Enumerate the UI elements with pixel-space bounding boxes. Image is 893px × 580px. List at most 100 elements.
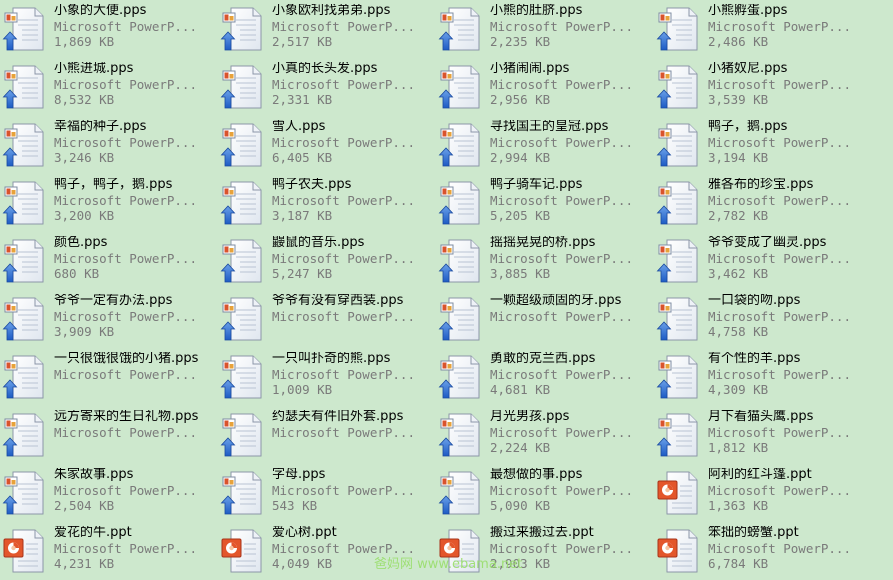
file-item[interactable]: 爱花的牛.ppt Microsoft PowerP... 4,231 KB — [0, 524, 212, 580]
file-item[interactable]: 小熊孵蛋.pps Microsoft PowerP... 2,486 KB — [654, 2, 866, 58]
file-item[interactable]: 爷爷变成了幽灵.pps Microsoft PowerP... 3,462 KB — [654, 234, 866, 290]
file-item[interactable]: 约瑟夫有件旧外套.pps Microsoft PowerP... — [218, 408, 430, 464]
file-type: Microsoft PowerP... — [54, 250, 197, 266]
file-name: 一口袋的吻.pps — [708, 294, 801, 308]
powerpoint-presentation-icon — [220, 528, 266, 574]
powerpoint-show-icon — [220, 122, 266, 168]
file-type: Microsoft PowerP... — [490, 18, 633, 34]
file-type: Microsoft PowerP... — [490, 76, 633, 92]
file-type: Microsoft PowerP... — [54, 424, 197, 440]
file-details: 爷爷有没有穿西装.pps Microsoft PowerP... — [272, 294, 430, 324]
file-item[interactable]: 最想做的事.pps Microsoft PowerP... 5,090 KB — [436, 466, 648, 522]
file-size: 5,205 KB — [490, 207, 551, 223]
file-item[interactable]: 雅各布的珍宝.pps Microsoft PowerP... 2,782 KB — [654, 176, 866, 232]
file-details: 颜色.pps Microsoft PowerP... 680 KB — [54, 236, 212, 281]
file-size: 3,194 KB — [708, 149, 769, 165]
file-item[interactable]: 鼹鼠的音乐.pps Microsoft PowerP... 5,247 KB — [218, 234, 430, 290]
file-item[interactable]: 幸福的种子.pps Microsoft PowerP... 3,246 KB — [0, 118, 212, 174]
file-name: 鸭子骑车记.pps — [490, 178, 583, 192]
file-size: 3,885 KB — [490, 265, 551, 281]
file-type: Microsoft PowerP... — [272, 540, 415, 556]
file-size: 8,532 KB — [54, 91, 115, 107]
file-name: 鸭子，鸭子，鹅.pps — [54, 178, 173, 192]
file-item[interactable]: 一口袋的吻.pps Microsoft PowerP... 4,758 KB — [654, 292, 866, 348]
powerpoint-show-icon — [2, 238, 48, 284]
file-details: 小猪闹闹.pps Microsoft PowerP... 2,956 KB — [490, 62, 648, 107]
file-name: 有个性的羊.pps — [708, 352, 801, 366]
powerpoint-show-icon — [438, 6, 484, 52]
file-type: Microsoft PowerP... — [54, 540, 197, 556]
file-item[interactable]: 鸭子，鸭子，鹅.pps Microsoft PowerP... 3,200 KB — [0, 176, 212, 232]
powerpoint-show-icon — [2, 180, 48, 226]
powerpoint-show-icon — [438, 64, 484, 110]
file-size: 3,909 KB — [54, 323, 115, 339]
file-size: 4,758 KB — [708, 323, 769, 339]
file-item[interactable]: 字母.pps Microsoft PowerP... 543 KB — [218, 466, 430, 522]
file-size: 2,235 KB — [490, 33, 551, 49]
file-item[interactable]: 勇敢的克兰西.pps Microsoft PowerP... 4,681 KB — [436, 350, 648, 406]
file-item[interactable]: 阿利的红斗篷.ppt Microsoft PowerP... 1,363 KB — [654, 466, 866, 522]
file-item[interactable]: 颜色.pps Microsoft PowerP... 680 KB — [0, 234, 212, 290]
file-details: 爱花的牛.ppt Microsoft PowerP... 4,231 KB — [54, 526, 212, 571]
file-details: 最想做的事.pps Microsoft PowerP... 5,090 KB — [490, 468, 648, 513]
file-item[interactable]: 寻找国王的皇冠.pps Microsoft PowerP... 2,994 KB — [436, 118, 648, 174]
file-item[interactable]: 小真的长头发.pps Microsoft PowerP... 2,331 KB — [218, 60, 430, 116]
file-item[interactable]: 一颗超级顽固的牙.pps Microsoft PowerP... — [436, 292, 648, 348]
file-item[interactable]: 一只很饿很饿的小猪.pps Microsoft PowerP... — [0, 350, 212, 406]
file-item[interactable]: 鸭子农夫.pps Microsoft PowerP... 3,187 KB — [218, 176, 430, 232]
powerpoint-show-icon — [220, 412, 266, 458]
file-item[interactable]: 鸭子骑车记.pps Microsoft PowerP... 5,205 KB — [436, 176, 648, 232]
powerpoint-show-icon — [220, 470, 266, 516]
powerpoint-show-icon — [2, 122, 48, 168]
powerpoint-show-icon — [656, 180, 702, 226]
powerpoint-show-icon — [2, 470, 48, 516]
file-type: Microsoft PowerP... — [54, 366, 197, 382]
file-name: 小象欧利找弟弟.pps — [272, 4, 391, 18]
powerpoint-show-icon — [220, 180, 266, 226]
file-name: 小真的长头发.pps — [272, 62, 378, 76]
file-details: 小熊进城.pps Microsoft PowerP... 8,532 KB — [54, 62, 212, 107]
file-item[interactable]: 小猪闹闹.pps Microsoft PowerP... 2,956 KB — [436, 60, 648, 116]
file-item[interactable]: 爷爷一定有办法.pps Microsoft PowerP... 3,909 KB — [0, 292, 212, 348]
file-name: 小熊孵蛋.pps — [708, 4, 788, 18]
powerpoint-show-icon — [656, 354, 702, 400]
file-name: 小熊进城.pps — [54, 62, 134, 76]
file-type: Microsoft PowerP... — [272, 192, 415, 208]
file-details: 寻找国王的皇冠.pps Microsoft PowerP... 2,994 KB — [490, 120, 648, 165]
file-name: 小猪闹闹.pps — [490, 62, 570, 76]
file-details: 小真的长头发.pps Microsoft PowerP... 2,331 KB — [272, 62, 430, 107]
file-name: 一颗超级顽固的牙.pps — [490, 294, 622, 308]
file-item[interactable]: 雪人.pps Microsoft PowerP... 6,405 KB — [218, 118, 430, 174]
file-type: Microsoft PowerP... — [490, 250, 633, 266]
file-item[interactable]: 爷爷有没有穿西装.pps Microsoft PowerP... — [218, 292, 430, 348]
file-item[interactable]: 笨拙的螃蟹.ppt Microsoft PowerP... 6,784 KB — [654, 524, 866, 580]
file-type: Microsoft PowerP... — [54, 308, 197, 324]
file-item[interactable]: 一只叫扑奇的熊.pps Microsoft PowerP... 1,009 KB — [218, 350, 430, 406]
file-item[interactable]: 月光男孩.pps Microsoft PowerP... 2,224 KB — [436, 408, 648, 464]
file-item[interactable]: 小熊进城.pps Microsoft PowerP... 8,532 KB — [0, 60, 212, 116]
file-item[interactable]: 月下看猫头鹰.pps Microsoft PowerP... 1,812 KB — [654, 408, 866, 464]
file-item[interactable]: 有个性的羊.pps Microsoft PowerP... 4,309 KB — [654, 350, 866, 406]
file-name: 月光男孩.pps — [490, 410, 570, 424]
file-item[interactable]: 小象欧利找弟弟.pps Microsoft PowerP... 2,517 KB — [218, 2, 430, 58]
file-details: 鸭子，鹅.pps Microsoft PowerP... 3,194 KB — [708, 120, 866, 165]
watermark-text: 爸妈网 www.ebama.net — [374, 557, 523, 572]
file-size: 543 KB — [272, 497, 318, 513]
file-item[interactable]: 朱家故事.pps Microsoft PowerP... 2,504 KB — [0, 466, 212, 522]
powerpoint-show-icon — [2, 354, 48, 400]
file-details: 笨拙的螃蟹.ppt Microsoft PowerP... 6,784 KB — [708, 526, 866, 571]
file-item[interactable]: 小象的大便.pps Microsoft PowerP... 1,869 KB — [0, 2, 212, 58]
file-details: 有个性的羊.pps Microsoft PowerP... 4,309 KB — [708, 352, 866, 397]
file-item[interactable]: 远方寄来的生日礼物.pps Microsoft PowerP... — [0, 408, 212, 464]
file-details: 鸭子农夫.pps Microsoft PowerP... 3,187 KB — [272, 178, 430, 223]
file-type: Microsoft PowerP... — [708, 18, 851, 34]
file-item[interactable]: 小猪奴尼.pps Microsoft PowerP... 3,539 KB — [654, 60, 866, 116]
powerpoint-presentation-icon — [656, 470, 702, 516]
file-details: 一只很饿很饿的小猪.pps Microsoft PowerP... — [54, 352, 212, 382]
file-item[interactable]: 小熊的肚脐.pps Microsoft PowerP... 2,235 KB — [436, 2, 648, 58]
file-item[interactable]: 鸭子，鹅.pps Microsoft PowerP... 3,194 KB — [654, 118, 866, 174]
file-name: 朱家故事.pps — [54, 468, 134, 482]
file-details: 小象欧利找弟弟.pps Microsoft PowerP... 2,517 KB — [272, 4, 430, 49]
file-type: Microsoft PowerP... — [54, 18, 197, 34]
file-item[interactable]: 摇摇晃晃的桥.pps Microsoft PowerP... 3,885 KB — [436, 234, 648, 290]
